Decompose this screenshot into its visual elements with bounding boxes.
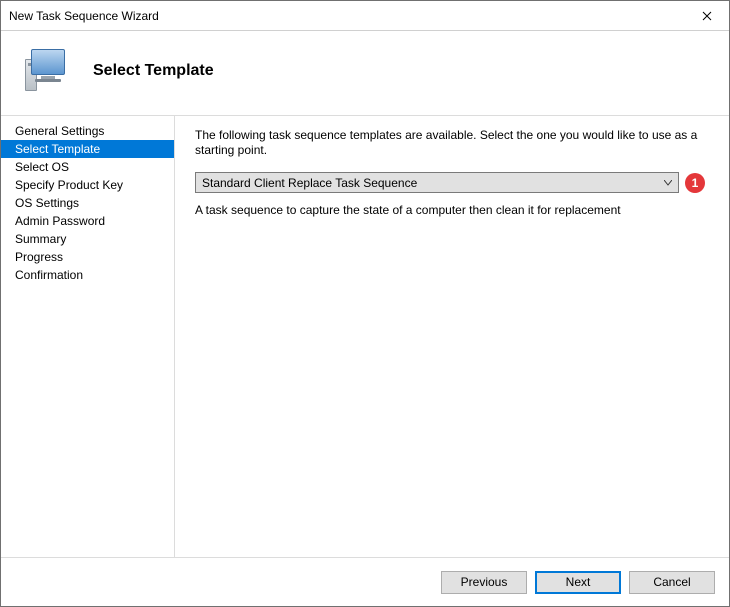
close-icon xyxy=(702,11,712,21)
sidebar-item-select-template[interactable]: Select Template xyxy=(1,140,174,158)
template-description: A task sequence to capture the state of … xyxy=(195,203,705,218)
next-button[interactable]: Next xyxy=(535,571,621,594)
annotation-badge: 1 xyxy=(685,173,705,193)
sidebar-item-label: Select OS xyxy=(15,160,69,174)
template-row: Standard Client Replace Task Sequence 1 xyxy=(195,172,705,193)
sidebar-item-os-settings[interactable]: OS Settings xyxy=(1,194,174,212)
sidebar-item-confirmation[interactable]: Confirmation xyxy=(1,266,174,284)
sidebar-item-select-os[interactable]: Select OS xyxy=(1,158,174,176)
wizard-window: New Task Sequence Wizard Select Template… xyxy=(0,0,730,607)
titlebar: New Task Sequence Wizard xyxy=(1,1,729,31)
computer-icon xyxy=(25,49,69,93)
content-pane: The following task sequence templates ar… xyxy=(175,116,729,557)
template-select[interactable]: Standard Client Replace Task Sequence xyxy=(195,172,679,193)
header: Select Template xyxy=(1,31,729,115)
sidebar-item-admin-password[interactable]: Admin Password xyxy=(1,212,174,230)
sidebar-item-label: Admin Password xyxy=(15,214,105,228)
sidebar-item-general-settings[interactable]: General Settings xyxy=(1,122,174,140)
template-select-value: Standard Client Replace Task Sequence xyxy=(202,176,660,190)
window-title: New Task Sequence Wizard xyxy=(9,9,684,23)
sidebar-item-label: Specify Product Key xyxy=(15,178,123,192)
sidebar-item-label: OS Settings xyxy=(15,196,79,210)
sidebar-item-label: General Settings xyxy=(15,124,104,138)
previous-button[interactable]: Previous xyxy=(441,571,527,594)
chevron-down-icon xyxy=(660,180,676,186)
sidebar-item-specify-product-key[interactable]: Specify Product Key xyxy=(1,176,174,194)
page-title: Select Template xyxy=(93,62,214,80)
sidebar-item-label: Confirmation xyxy=(15,268,83,282)
sidebar-item-label: Progress xyxy=(15,250,63,264)
footer: Previous Next Cancel xyxy=(1,558,729,606)
sidebar-item-summary[interactable]: Summary xyxy=(1,230,174,248)
sidebar: General Settings Select Template Select … xyxy=(1,116,175,557)
sidebar-item-label: Summary xyxy=(15,232,66,246)
body: General Settings Select Template Select … xyxy=(1,115,729,558)
sidebar-item-label: Select Template xyxy=(15,142,100,156)
cancel-button[interactable]: Cancel xyxy=(629,571,715,594)
sidebar-item-progress[interactable]: Progress xyxy=(1,248,174,266)
close-button[interactable] xyxy=(684,1,729,30)
instruction-text: The following task sequence templates ar… xyxy=(195,128,705,158)
